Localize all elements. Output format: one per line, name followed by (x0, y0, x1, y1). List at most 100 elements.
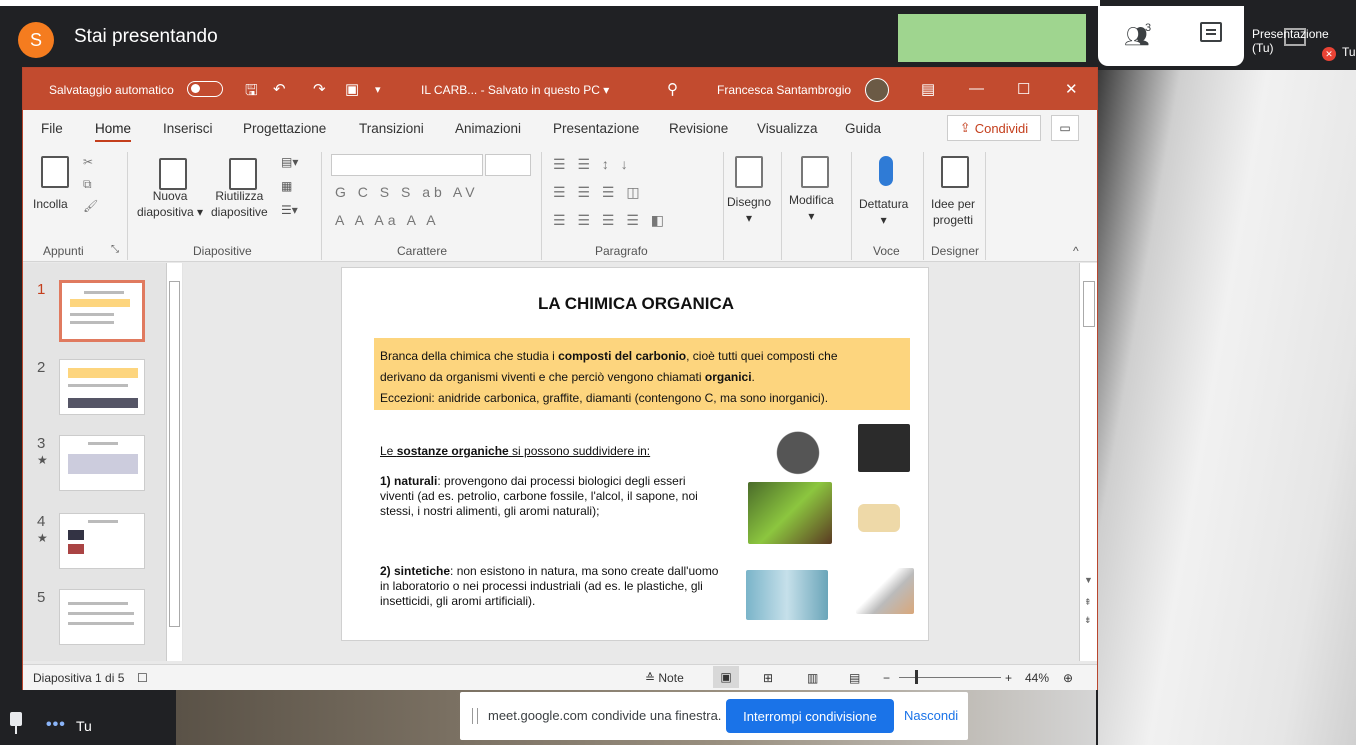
thumb-text-line (84, 291, 124, 294)
paste-icon[interactable] (41, 156, 69, 188)
fit-to-window-icon[interactable]: ⊕ (1063, 671, 1073, 685)
comments-button[interactable]: ▭ (1051, 115, 1079, 141)
dictate-icon[interactable] (879, 156, 893, 186)
reuse-slides-button[interactable]: Riutilizza diapositive (211, 188, 268, 220)
chat-icon[interactable] (1200, 22, 1222, 42)
search-icon[interactable]: ⚲ (667, 80, 678, 98)
scroll-thumb[interactable] (169, 281, 180, 627)
tab-review[interactable]: Revisione (669, 121, 728, 136)
collapse-ribbon-icon[interactable]: ^ (1073, 244, 1079, 258)
slide-thumbnail-1[interactable] (59, 280, 145, 342)
tab-insert[interactable]: Inserisci (163, 121, 213, 136)
draw-label: Disegno (727, 195, 772, 209)
close-icon[interactable]: ✕ (1065, 80, 1078, 98)
next-slide-icon[interactable]: ⇟ (1084, 615, 1092, 626)
list-buttons[interactable]: ☰ ☰ ↕ ↓ (553, 156, 632, 173)
hide-button[interactable]: Nascondi (904, 708, 958, 723)
font-name-dropdown[interactable] (331, 154, 483, 176)
cut-icon[interactable]: ✂ (83, 154, 93, 170)
new-slide-icon[interactable] (159, 158, 187, 190)
copy-icon[interactable]: ⧉ (83, 176, 92, 192)
font-size-dropdown[interactable] (485, 154, 531, 176)
clipboard-launcher-icon[interactable]: ⤡ (111, 244, 119, 255)
ribbon-display-icon[interactable]: ▤ (921, 80, 935, 98)
tab-view[interactable]: Visualizza (757, 121, 818, 136)
section-icon[interactable]: ☰▾ (281, 202, 298, 218)
user-name[interactable]: Francesca Santambrogio (717, 83, 851, 97)
save-icon[interactable]: 🖫︎ (245, 80, 258, 105)
slide-thumbnail-4[interactable] (59, 513, 145, 569)
draw-icon[interactable] (735, 156, 763, 188)
separator (851, 152, 852, 260)
design-ideas-button[interactable]: Idee per progetti (931, 196, 975, 228)
more-options-icon[interactable]: ••• (46, 716, 66, 734)
zoom-slider-thumb[interactable] (915, 670, 918, 684)
editing-icon[interactable] (801, 156, 829, 188)
drag-handle-icon[interactable] (472, 708, 478, 724)
new-slide-button[interactable]: Nuova diapositiva ▾ (137, 188, 203, 220)
slide-thumbnail-2[interactable] (59, 359, 145, 415)
group-font: Carattere (397, 244, 448, 258)
previous-slide-icon[interactable]: ⇞ (1084, 597, 1092, 608)
design-ideas-icon[interactable] (941, 156, 969, 188)
notes-button[interactable]: ≙ Note (645, 671, 684, 685)
share-notification-bar: meet.google.com condivide una finestra. … (460, 692, 968, 740)
reading-view-icon[interactable]: ▥ (807, 671, 818, 685)
accessibility-icon[interactable]: ☐ (137, 671, 148, 685)
new-slide-label-2: diapositiva (137, 205, 194, 219)
reuse-slides-icon[interactable] (229, 158, 257, 190)
maximize-icon[interactable]: ☐ (1017, 80, 1030, 98)
share-notice: meet.google.com condivide una finestra. (488, 708, 722, 723)
tab-design[interactable]: Progettazione (243, 121, 326, 136)
editing-button[interactable]: Modifica ▾ (789, 192, 834, 224)
start-slideshow-icon[interactable]: ▣ (345, 80, 359, 98)
animation-star-icon: ★ (37, 453, 48, 467)
pin-icon[interactable] (10, 712, 22, 734)
paste-button[interactable]: Incolla (33, 196, 68, 212)
document-title[interactable]: IL CARB... - Salvato in questo PC ▾ (421, 83, 609, 97)
heading-part: Le (380, 444, 397, 458)
profile-picture[interactable] (865, 78, 889, 102)
slide-scrollbar[interactable]: ▼ ⇞ ⇟ (1079, 263, 1097, 661)
slide-sorter-icon[interactable]: ⊞ (763, 671, 773, 685)
minimize-icon[interactable]: — (969, 80, 984, 97)
customize-qat-icon[interactable]: ▾ (375, 83, 381, 96)
tab-help[interactable]: Guida (845, 121, 881, 136)
definition-text: . (751, 370, 755, 384)
zoom-in-icon[interactable]: + (1005, 671, 1012, 685)
zoom-out-icon[interactable]: − (883, 671, 890, 685)
layout-icon[interactable]: ▤▾ (281, 154, 298, 170)
tab-file[interactable]: File (41, 121, 63, 136)
separator (781, 152, 782, 260)
format-painter-icon[interactable]: 🖌︎ (83, 198, 98, 214)
undo-icon[interactable]: ↶ (273, 80, 286, 98)
scroll-down-icon[interactable]: ▼ (1084, 575, 1093, 585)
draw-button[interactable]: Disegno ▾ (727, 194, 771, 226)
color-buttons[interactable]: A A Aa A A (335, 212, 440, 228)
tab-animations[interactable]: Animazioni (455, 121, 521, 136)
autosave-toggle[interactable] (187, 81, 223, 97)
dictate-label: Dettatura (859, 197, 909, 211)
slide-thumbnail-3[interactable] (59, 435, 145, 491)
tab-home[interactable]: Home (95, 121, 132, 142)
natural-heading: 1) naturali (380, 474, 438, 488)
slide-thumbnail-5[interactable] (59, 589, 145, 645)
format-buttons[interactable]: G C S S ab AV (335, 184, 479, 200)
zoom-level[interactable]: 44% (1025, 671, 1049, 685)
indent-buttons[interactable]: ☰ ☰ ☰ ◫ (553, 184, 644, 201)
scroll-thumb[interactable] (1083, 281, 1095, 327)
normal-view-icon[interactable]: ▣ (713, 666, 739, 688)
current-slide[interactable]: LA CHIMICA ORGANICA Branca della chimica… (341, 267, 929, 641)
redo-icon[interactable]: ↷ (313, 80, 326, 98)
share-button[interactable]: ⇪ Condividi (947, 115, 1041, 141)
tab-transitions[interactable]: Transizioni (359, 121, 424, 136)
tab-slideshow[interactable]: Presentazione (553, 121, 639, 136)
align-buttons[interactable]: ☰ ☰ ☰ ☰ ◧ (553, 212, 668, 229)
title-bar: Salvataggio automatico 🖫︎ ↶ ↷ ▣ ▾ IL CAR… (23, 68, 1097, 110)
stop-sharing-button[interactable]: Interrompi condivisione (726, 699, 894, 733)
reuse-label-1: Riutilizza (215, 189, 264, 203)
slideshow-view-icon[interactable]: ▤ (849, 671, 860, 685)
reset-icon[interactable]: ▦ (281, 178, 292, 194)
dictate-button[interactable]: Dettatura ▾ (859, 196, 908, 228)
thumbnails-scrollbar[interactable] (166, 263, 182, 661)
